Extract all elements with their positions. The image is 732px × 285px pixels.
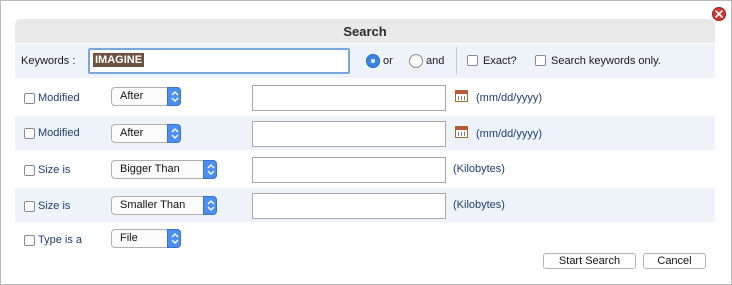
- calendar-icon[interactable]: [455, 90, 468, 102]
- exact-label: Exact?: [483, 55, 517, 67]
- updown-chevron-icon: [203, 160, 217, 179]
- modified-checkbox-1[interactable]: [24, 93, 35, 104]
- date-comparison-value-2: After: [120, 127, 144, 139]
- dialog-title: Search: [15, 19, 715, 43]
- keywords-only-label: Search keywords only.: [551, 55, 661, 67]
- size-bigger-checkbox[interactable]: [24, 165, 35, 176]
- updown-chevron-icon: [167, 87, 181, 106]
- date-comparison-select-2[interactable]: After: [111, 124, 181, 143]
- updown-chevron-icon: [167, 229, 181, 248]
- size-input-2[interactable]: [252, 193, 446, 219]
- and-radio[interactable]: [409, 54, 423, 68]
- keywords-only-checkbox[interactable]: [535, 55, 546, 66]
- close-icon: [715, 10, 723, 18]
- modified-label-2: Modified: [38, 127, 80, 139]
- modified-label-1: Modified: [38, 92, 80, 104]
- size-comparison-value-2: Smaller Than: [120, 199, 186, 211]
- updown-chevron-icon: [203, 196, 217, 215]
- type-select[interactable]: File: [111, 229, 181, 248]
- criteria-row-size-smaller: Size is Smaller Than (Kilobytes): [15, 188, 715, 222]
- size-bigger-label: Size is: [38, 164, 71, 176]
- keywords-input-value: IMAGINE: [93, 53, 145, 67]
- or-radio[interactable]: [366, 54, 380, 68]
- date-comparison-value-1: After: [120, 90, 144, 102]
- or-label: or: [383, 55, 393, 67]
- modified-checkbox-2[interactable]: [24, 128, 35, 139]
- date-format-hint-1: (mm/dd/yyyy): [476, 92, 542, 104]
- exact-checkbox[interactable]: [467, 55, 478, 66]
- date-input-1[interactable]: [252, 85, 446, 111]
- and-label: and: [426, 55, 445, 67]
- criteria-row-type: Type is a File: [15, 223, 715, 257]
- calendar-icon[interactable]: [455, 126, 468, 138]
- size-unit-label-1: (Kilobytes): [453, 163, 505, 175]
- criteria-row-modified-1: Modified After (mm/dd/yyyy): [15, 81, 715, 115]
- size-smaller-label: Size is: [38, 200, 71, 212]
- date-comparison-select-1[interactable]: After: [111, 87, 181, 106]
- type-select-value: File: [120, 232, 138, 244]
- keywords-input[interactable]: IMAGINE: [88, 48, 350, 74]
- criteria-row-size-bigger: Size is Bigger Than (Kilobytes): [15, 153, 715, 187]
- start-search-button[interactable]: Start Search: [543, 253, 636, 269]
- criteria-row-modified-2: Modified After (mm/dd/yyyy): [15, 116, 715, 150]
- close-button[interactable]: [712, 7, 726, 21]
- date-format-hint-2: (mm/dd/yyyy): [476, 128, 542, 140]
- keywords-row: Keywords : IMAGINE or and Exact? Search …: [15, 44, 715, 78]
- date-input-2[interactable]: [252, 121, 446, 147]
- size-comparison-select-1[interactable]: Bigger Than: [111, 160, 217, 179]
- size-smaller-checkbox[interactable]: [24, 201, 35, 212]
- keywords-label: Keywords :: [21, 55, 76, 67]
- divider: [456, 47, 457, 75]
- cancel-button[interactable]: Cancel: [643, 253, 706, 269]
- size-comparison-select-2[interactable]: Smaller Than: [111, 196, 217, 215]
- size-input-1[interactable]: [252, 157, 446, 183]
- size-comparison-value-1: Bigger Than: [120, 163, 180, 175]
- search-dialog: Search Keywords : IMAGINE or and Exact? …: [0, 0, 732, 285]
- size-unit-label-2: (Kilobytes): [453, 199, 505, 211]
- type-checkbox[interactable]: [24, 235, 35, 246]
- type-label: Type is a: [38, 234, 83, 246]
- updown-chevron-icon: [167, 124, 181, 143]
